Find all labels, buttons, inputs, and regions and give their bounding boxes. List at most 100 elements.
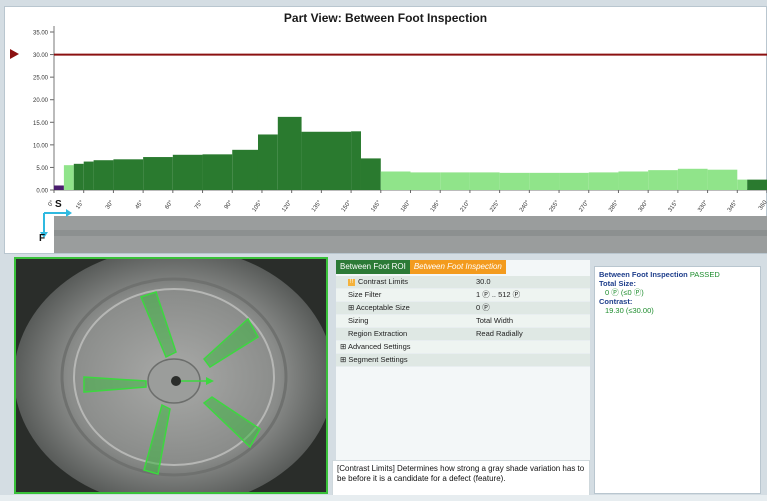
- property-row-contrast-limits[interactable]: !! Contrast Limits 30.0: [336, 276, 590, 289]
- chart-bar: [83, 161, 94, 190]
- chart-bar: [360, 158, 381, 190]
- y-tick-label: 5.00: [36, 166, 48, 172]
- x-tick-label: 180°: [400, 199, 412, 213]
- contrast-chart: 0.005.0010.0015.0020.0025.0030.0035.00 0…: [33, 26, 767, 253]
- total-size-label: Total Size:: [599, 279, 636, 288]
- contrast-limits-icon: !!: [348, 278, 355, 286]
- property-group-name: ⊞ Segment Settings: [340, 355, 408, 364]
- chart-bar: [410, 172, 441, 190]
- chart-bar: [351, 131, 361, 190]
- x-tick-label: 210°: [460, 199, 472, 213]
- chart-bar: [202, 154, 233, 190]
- contrast-value: 19.30 (≤30.00): [605, 306, 654, 315]
- acceptable-size-value[interactable]: 0 Ⓟ: [470, 302, 590, 314]
- x-tick-label: 285°: [608, 199, 620, 213]
- region-extraction-value[interactable]: Read Radially: [470, 328, 590, 340]
- chart-bar: [440, 172, 470, 190]
- chart-bar: [499, 172, 530, 190]
- tab-between-foot-inspection[interactable]: Between Foot Inspection: [409, 260, 506, 274]
- chart-bar: [54, 185, 64, 190]
- chart-bar: [63, 165, 74, 190]
- chart-bar: [143, 157, 173, 190]
- chart-bar: [737, 179, 748, 190]
- y-tick-label: 30.00: [33, 53, 49, 59]
- result-status: PASSED: [689, 270, 720, 279]
- chart-bar: [559, 172, 589, 190]
- chart-bar: [648, 170, 678, 190]
- x-tick-label: 60°: [164, 199, 174, 210]
- part-image: [16, 259, 326, 492]
- total-size-value: 0 Ⓟ (≤0 Ⓟ): [605, 288, 644, 297]
- result-title: Between Foot Inspection: [599, 270, 688, 279]
- sizing-value[interactable]: Total Width: [470, 315, 590, 327]
- chart-bar: [707, 169, 738, 190]
- property-group-segment-settings[interactable]: ⊞ Segment Settings: [336, 354, 590, 367]
- x-tick-label: 195°: [430, 199, 442, 213]
- x-tick-label: 135°: [311, 199, 323, 213]
- property-name: Sizing: [348, 316, 369, 325]
- tab-bar: Between Foot ROI Between Foot Inspection: [336, 260, 506, 274]
- x-tick-label: 360: [758, 199, 767, 211]
- y-tick-label: 15.00: [33, 121, 49, 127]
- property-row-acceptable-size[interactable]: ⊞ Acceptable Size 0 Ⓟ: [336, 302, 590, 315]
- axis-label-f: F: [39, 233, 45, 244]
- chart-bar: [380, 171, 411, 190]
- status-strip: [0, 495, 767, 501]
- x-tick-label: 270°: [578, 199, 590, 213]
- chart-bar: [677, 168, 708, 190]
- chart-bar: [747, 179, 767, 190]
- strip-band: [54, 230, 767, 236]
- chart-bar: [172, 154, 203, 190]
- y-tick-label: 25.00: [33, 76, 49, 82]
- y-tick-label: 0.00: [36, 189, 48, 195]
- property-grid: !! Contrast Limits 30.0 Size Filter 1 Ⓟ .…: [336, 276, 590, 367]
- x-tick-label: 330°: [697, 199, 709, 213]
- size-filter-value[interactable]: 1 Ⓟ .. 512 Ⓟ: [470, 289, 590, 301]
- x-tick-label: 255°: [549, 199, 561, 213]
- chart-bar: [301, 131, 352, 190]
- chart-bar: [588, 172, 619, 190]
- x-tick-label: 225°: [489, 199, 501, 213]
- chart-bar: [93, 160, 114, 190]
- property-row-size-filter[interactable]: Size Filter 1 Ⓟ .. 512 Ⓟ: [336, 289, 590, 302]
- property-name: Size Filter: [348, 290, 382, 299]
- property-row-sizing[interactable]: Sizing Total Width: [336, 315, 590, 328]
- property-name: Region Extraction: [348, 329, 408, 338]
- results-panel: Between Foot Inspection PASSED Total Siz…: [594, 266, 761, 494]
- property-name: ⊞ Acceptable Size: [348, 303, 410, 312]
- x-tick-label: 45°: [135, 199, 145, 210]
- chart-bar: [257, 134, 278, 190]
- x-tick-label: 345°: [727, 199, 739, 213]
- property-group-name: ⊞ Advanced Settings: [340, 342, 411, 351]
- x-tick-label: 105°: [252, 199, 264, 213]
- y-tick-label: 20.00: [33, 98, 49, 104]
- chart-bar: [618, 171, 649, 190]
- chart-bar: [277, 116, 302, 190]
- x-tick-label: 300°: [638, 199, 650, 213]
- axis-label-s: S: [55, 199, 62, 210]
- y-tick-label: 10.00: [33, 143, 49, 149]
- x-tick-label: 75°: [194, 199, 204, 210]
- x-tick-label: 30°: [105, 199, 115, 210]
- property-panel: Between Foot ROI Between Foot Inspection…: [336, 260, 590, 460]
- contrast-label: Contrast:: [599, 297, 633, 306]
- x-tick-label: 150°: [341, 199, 353, 213]
- chart-bar: [73, 163, 84, 190]
- x-tick-label: 165°: [370, 199, 382, 213]
- tab-between-foot-roi[interactable]: Between Foot ROI: [336, 260, 410, 274]
- chart-bar: [113, 159, 144, 190]
- property-row-region-extraction[interactable]: Region Extraction Read Radially: [336, 328, 590, 341]
- camera-image-panel[interactable]: [14, 257, 328, 494]
- contrast-limits-value[interactable]: 30.0: [470, 276, 590, 288]
- y-tick-label: 35.00: [33, 31, 49, 37]
- property-description: [Contrast Limits] Determines how strong …: [332, 460, 590, 496]
- property-group-advanced-settings[interactable]: ⊞ Advanced Settings: [336, 341, 590, 354]
- x-tick-label: 15°: [75, 199, 85, 210]
- chart-bar: [529, 172, 560, 190]
- x-tick-label: 240°: [519, 199, 531, 213]
- chart-bar: [232, 149, 258, 190]
- property-name: Contrast Limits: [358, 277, 409, 286]
- x-tick-label: 315°: [667, 199, 679, 213]
- chart-bar: [469, 172, 500, 190]
- x-tick-label: 90°: [224, 199, 234, 210]
